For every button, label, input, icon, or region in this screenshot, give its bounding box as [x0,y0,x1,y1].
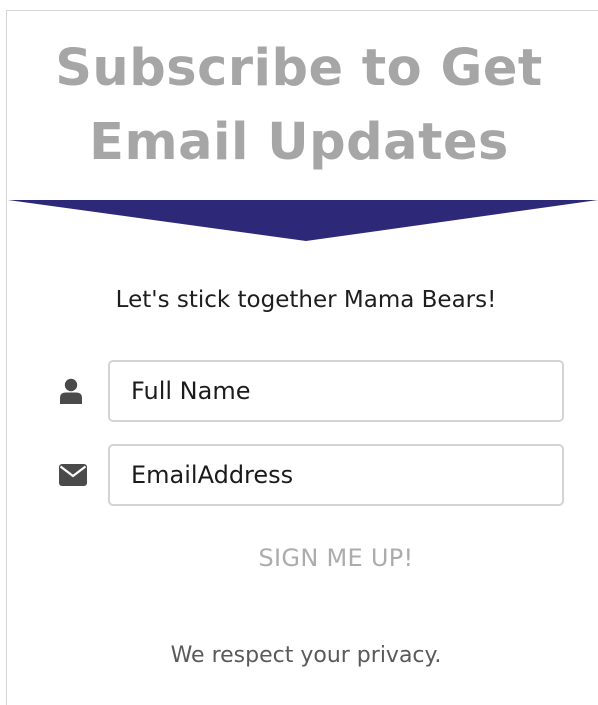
sign-me-up-button[interactable]: SIGN ME UP! [200,532,472,584]
arrow-banner-shape [8,200,598,241]
full-name-input[interactable] [108,360,564,422]
widget-title: Subscribe to Get Email Updates [0,32,598,180]
arrow-banner [8,200,598,241]
envelope-icon [58,460,88,490]
title-line-1: Subscribe to Get [55,39,543,98]
title-line-2: Email Updates [89,113,509,172]
user-icon [56,376,86,406]
privacy-note: We respect your privacy. [170,643,442,668]
email-address-input[interactable] [108,444,564,506]
tagline: Let's stick together Mama Bears! [115,287,497,313]
